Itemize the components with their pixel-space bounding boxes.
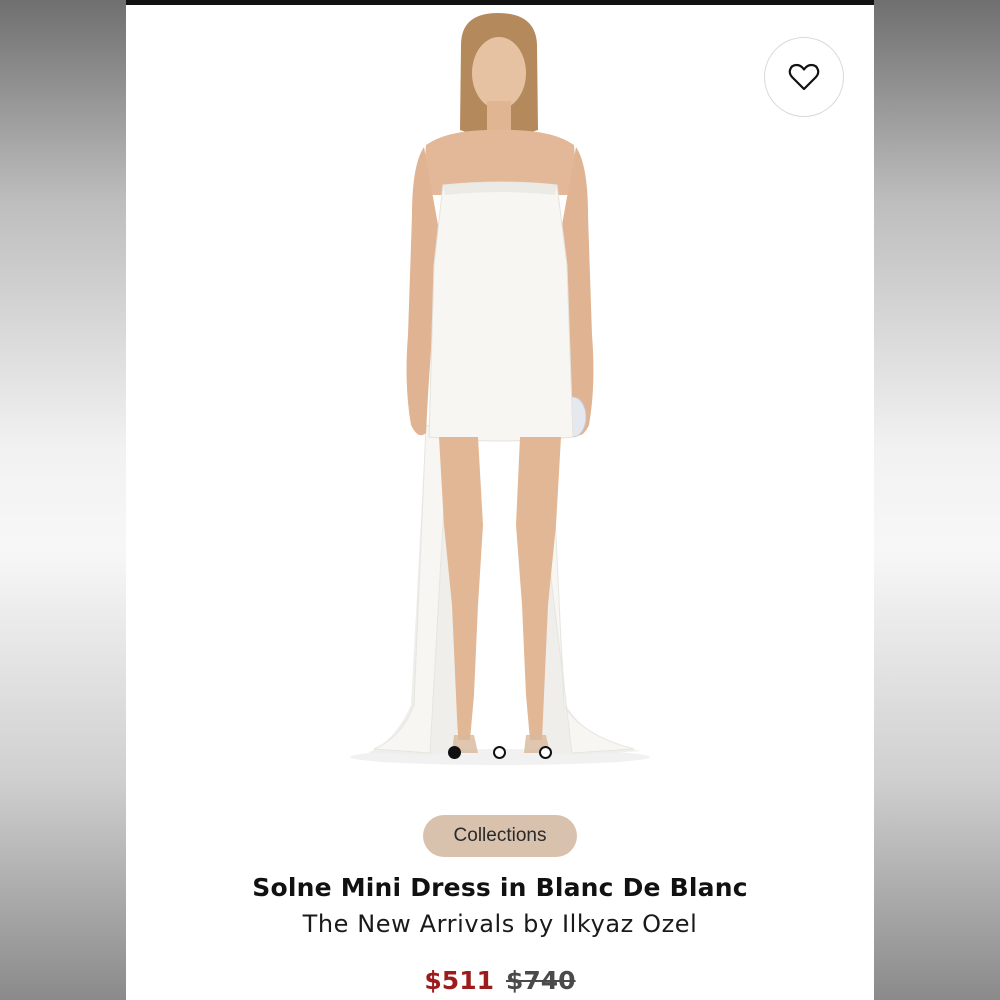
pagination-dot[interactable] <box>493 746 506 759</box>
left-backdrop <box>0 0 126 1000</box>
sale-price: $511 <box>424 966 494 995</box>
price-row: $511 $740 <box>126 966 874 995</box>
product-page: Collections Solne Mini Dress in Blanc De… <box>126 0 874 1000</box>
pagination-dot[interactable] <box>448 746 461 759</box>
collections-chip[interactable]: Collections <box>423 815 577 857</box>
heart-icon <box>788 63 820 91</box>
favorite-button[interactable] <box>764 37 844 117</box>
product-title: Solne Mini Dress in Blanc De Blanc <box>252 873 748 902</box>
brand-line[interactable]: The New Arrivals by Ilkyaz Ozel <box>126 910 874 938</box>
image-pagination <box>126 746 874 762</box>
original-price: $740 <box>506 966 576 995</box>
product-photo[interactable] <box>126 5 874 775</box>
pagination-dot[interactable] <box>539 746 552 759</box>
right-backdrop <box>874 0 1000 1000</box>
